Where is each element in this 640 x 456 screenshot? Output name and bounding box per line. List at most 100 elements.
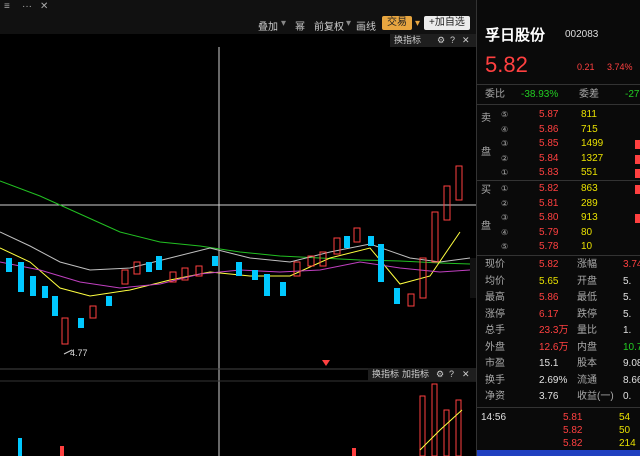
ask-level: ③ [501, 139, 509, 148]
stat-label: 涨停 [485, 308, 505, 320]
ask-price: 5.87 [539, 109, 559, 120]
stat-label: 收益(一) [577, 391, 614, 402]
candle-up [431, 211, 439, 263]
divider [477, 255, 640, 256]
stat-value: 3.74 [623, 259, 640, 270]
stat-value: 5. [623, 292, 632, 303]
selected-tick-highlight [477, 450, 640, 456]
bid-volume: 10 [581, 241, 593, 252]
order-ratio-value: -38.93% [521, 89, 559, 100]
tick-price: 5.82 [563, 438, 583, 449]
ask-volume: 1327 [581, 152, 604, 164]
bid-price: 5.79 [539, 226, 559, 238]
candle-up [61, 317, 69, 345]
candle-down [146, 262, 152, 272]
ask-volume: 1499 [581, 138, 604, 149]
candle-up [455, 165, 463, 201]
candle-up [407, 293, 415, 307]
volume-bar [431, 383, 438, 456]
divider [477, 104, 640, 105]
bid-level: ① [501, 184, 509, 193]
candle-down [42, 286, 48, 298]
candle-down [252, 270, 258, 280]
stat-label: 净资 [485, 391, 505, 402]
stat-label: 市盈 [485, 358, 505, 369]
bid-volume: 80 [581, 226, 593, 238]
stat-value: 9.08 [623, 358, 640, 369]
candle-down [52, 296, 58, 316]
stat-label: 跌停 [577, 308, 597, 320]
order-diff-label: 委差 [579, 89, 599, 100]
bid-volume: 289 [581, 197, 598, 209]
candlestick-chart [0, 47, 476, 456]
stat-value: 12.6万 [539, 341, 569, 353]
ask-price: 5.86 [539, 123, 559, 135]
volume-bar [18, 438, 22, 456]
stat-value: 0. [623, 391, 632, 402]
add-indicator-button[interactable]: 加指标 [402, 368, 429, 381]
stat-value: 15.1 [539, 358, 559, 369]
bid-price: 5.78 [539, 241, 559, 252]
sell-label-2: 盘 [481, 147, 491, 158]
bid-depth-bar [635, 185, 640, 194]
ask-depth-bar [635, 169, 640, 178]
ask-level: ② [501, 153, 509, 163]
volume-bar [60, 446, 64, 456]
stat-label: 量比 [577, 325, 597, 336]
candles [6, 165, 463, 345]
candle-down [6, 258, 12, 272]
candle-up [333, 237, 341, 255]
stat-label: 最低 [577, 292, 597, 303]
candle-down [18, 262, 24, 292]
tick-time: 14:56 [481, 412, 507, 423]
ask-price: 5.84 [539, 152, 559, 164]
stock-name: 孚日股份 [485, 27, 546, 44]
candle-down [78, 318, 84, 328]
stat-label: 内盘 [577, 341, 597, 353]
candle-up [89, 305, 97, 319]
divider [477, 84, 640, 85]
stat-value: 8.66 [623, 374, 640, 386]
candle-down [156, 256, 162, 270]
tick-volume: 214 [619, 438, 636, 449]
tick-volume: 54 [619, 412, 631, 423]
price-change: 0.21 [577, 62, 595, 72]
volume-bar [352, 448, 356, 456]
ask-price: 5.83 [539, 167, 559, 178]
bid-level: ④ [501, 227, 509, 237]
stock-code: 002083 [565, 29, 599, 40]
ask-level: ⑤ [501, 110, 509, 119]
stat-value: 5. [623, 308, 632, 320]
help-icon-2[interactable]: ? [449, 368, 454, 381]
stat-value: 5.65 [539, 275, 559, 287]
candle-down [280, 282, 286, 296]
candle-down [236, 262, 242, 276]
ask-volume: 811 [581, 109, 597, 120]
sell-label-1: 卖 [481, 113, 491, 124]
stat-value: 1. [623, 325, 632, 336]
candle-up [353, 227, 361, 243]
bid-level: ② [501, 198, 509, 208]
stat-value: 5. [623, 275, 632, 287]
volume-bar [443, 409, 450, 456]
bid-volume: 863 [581, 183, 598, 194]
low-price-label: 4.77 [70, 348, 88, 358]
kline-chart-area[interactable]: ≡ ··· ✕ 叠加 ▾ 幂 前复权 ▾ 画线 交易 ▾ +加自选 换指标 ⚙ … [0, 0, 476, 456]
volume-bars [18, 383, 462, 456]
current-price: 5.82 [485, 52, 528, 77]
candle-down [264, 274, 270, 296]
bid-level: ⑤ [501, 242, 509, 251]
ask-depth-bar [635, 140, 640, 149]
bid-price: 5.80 [539, 212, 559, 223]
switch-indicator-button-2[interactable]: 换指标 [372, 368, 399, 381]
tick-price: 5.82 [563, 425, 583, 436]
stat-value: 23.3万 [539, 325, 569, 336]
ask-level: ① [501, 168, 509, 177]
ask-price: 5.85 [539, 138, 559, 149]
settings-icon-2[interactable]: ⚙ [436, 368, 444, 381]
event-marker [322, 360, 330, 366]
candle-down [394, 288, 400, 304]
close-panel-icon-2[interactable]: ✕ [462, 368, 470, 381]
bid-price: 5.82 [539, 183, 559, 194]
stat-label: 股本 [577, 358, 597, 369]
